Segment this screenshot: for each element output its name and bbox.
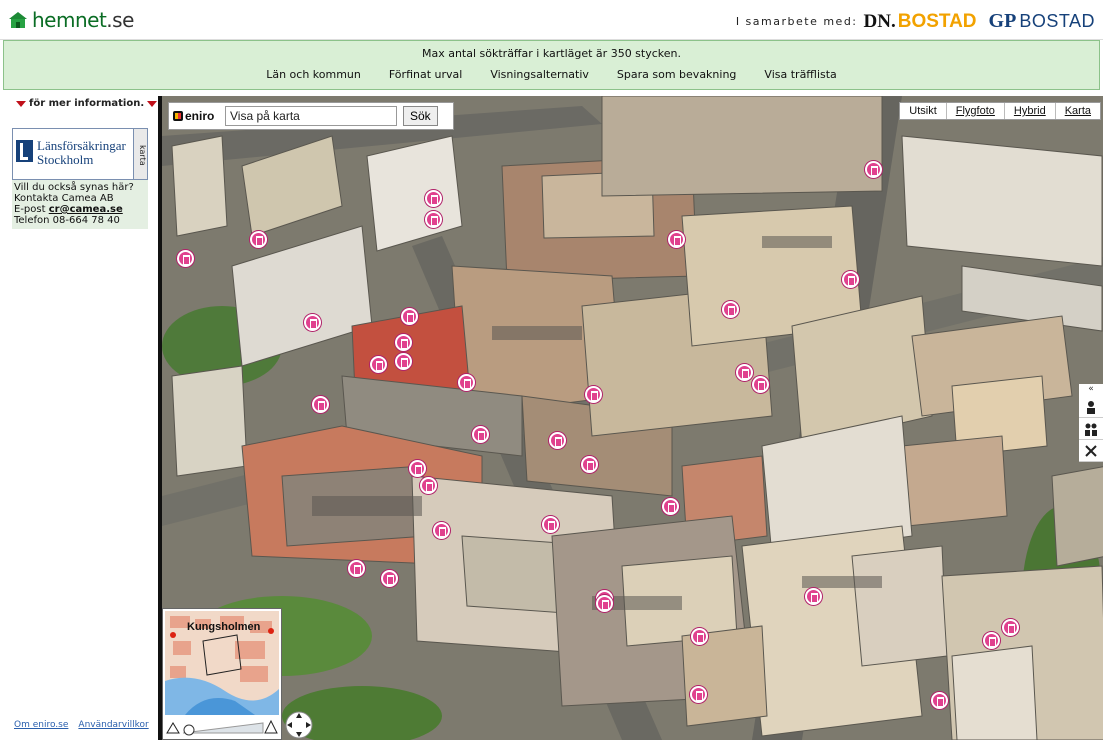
listing-marker-icon[interactable] <box>395 353 412 370</box>
more-info-text: för mer information. <box>29 98 145 109</box>
filter-bar: Max antal sökträffar i kartläget är 350 … <box>3 40 1100 90</box>
minimap-image: Kungsholmen <box>165 611 279 715</box>
person-icon[interactable] <box>1079 396 1103 418</box>
listing-marker-icon[interactable] <box>931 692 948 709</box>
lansforsakringar-logo-icon <box>16 140 33 162</box>
partners: I samarbete med: DN. BOSTAD GP BOSTAD <box>736 10 1095 33</box>
map-side-tools: « <box>1079 384 1103 462</box>
tab-utsikt[interactable]: Utsikt <box>900 103 946 119</box>
about-eniro-link[interactable]: Om eniro.se <box>14 720 68 730</box>
listing-marker-icon[interactable] <box>348 560 365 577</box>
listing-marker-icon[interactable] <box>542 516 559 533</box>
tab-karta[interactable]: Karta <box>1054 103 1100 119</box>
listing-marker-icon[interactable] <box>458 374 475 391</box>
contact-email-link[interactable]: cr@camea.se <box>49 204 123 215</box>
listing-marker-icon[interactable] <box>409 460 426 477</box>
search-button[interactable]: Sök <box>403 106 438 126</box>
pan-control[interactable] <box>284 710 314 740</box>
partners-label: I samarbete med: <box>735 15 858 28</box>
map-view-tabs: Utsikt Flygfoto Hybrid Karta <box>899 102 1101 120</box>
arrow-down-icon <box>147 100 158 107</box>
eniro-logo-icon <box>173 111 183 121</box>
listing-marker-icon[interactable] <box>596 595 613 612</box>
map-search-box: eniro Sök <box>168 102 454 130</box>
zoom-slider[interactable] <box>165 717 279 737</box>
nav-visa-trafflista[interactable]: Visa träfflista <box>750 68 850 81</box>
listing-marker-icon[interactable] <box>1002 619 1019 636</box>
logo-suffix: .se <box>106 8 134 32</box>
listing-marker-icon[interactable] <box>865 161 882 178</box>
listing-marker-icon[interactable] <box>668 231 685 248</box>
listing-marker-icon[interactable] <box>433 522 450 539</box>
dn-bostad-logo[interactable]: BOSTAD <box>898 11 977 33</box>
contact-email-row: E-post cr@camea.se <box>14 204 146 215</box>
listing-marker-icon[interactable] <box>250 231 267 248</box>
overview-minimap[interactable]: Kungsholmen <box>162 608 282 740</box>
eniro-brand: eniro <box>185 109 215 123</box>
listing-marker-icon[interactable] <box>549 432 566 449</box>
minimap-location-label: Kungsholmen <box>187 621 261 633</box>
listing-marker-icon[interactable] <box>472 426 489 443</box>
listing-marker-icon[interactable] <box>581 456 598 473</box>
advertiser-name: Länsförsäkringar Stockholm <box>37 138 126 167</box>
nav-forfinat-urval[interactable]: Förfinat urval <box>375 68 476 81</box>
eniro-logo: eniro <box>173 109 225 123</box>
contact-phone: Telefon 08-664 78 40 <box>14 215 120 226</box>
listing-marker-icon[interactable] <box>312 396 329 413</box>
tab-hybrid[interactable]: Hybrid <box>1003 103 1055 119</box>
listing-marker-icon[interactable] <box>395 334 412 351</box>
gp-bostad-logo[interactable]: BOSTAD <box>1019 11 1095 32</box>
listing-marker-icon[interactable] <box>177 250 194 267</box>
listing-marker-icon[interactable] <box>585 386 602 403</box>
gp-logo[interactable]: GP <box>989 10 1017 33</box>
contact-email-label: E-post <box>14 204 46 215</box>
aerial-map-image <box>162 96 1103 740</box>
collapse-icon[interactable]: « <box>1079 384 1103 396</box>
hemnet-logo[interactable]: hemnet.se <box>8 8 134 32</box>
logo-text: hemnet <box>32 8 107 32</box>
listing-marker-icon[interactable] <box>722 301 739 318</box>
site-header: hemnet.se I samarbete med: DN. BOSTAD GP… <box>0 0 1103 40</box>
contact-line-1: Vill du också synas här? <box>14 182 134 193</box>
advertiser-banner[interactable]: Länsförsäkringar Stockholm karta <box>12 128 148 180</box>
listing-marker-icon[interactable] <box>983 632 1000 649</box>
tab-flygfoto[interactable]: Flygfoto <box>945 103 1004 119</box>
ad-contact-info: Vill du också synas här? Kontakta Camea … <box>12 180 148 229</box>
contact-line-2: Kontakta Camea AB <box>14 193 114 204</box>
filter-nav: Län och kommun Förfinat urval Visningsal… <box>4 68 1099 81</box>
map-search-input[interactable] <box>225 106 397 126</box>
tools-icon[interactable] <box>1079 440 1103 462</box>
dn-logo[interactable]: DN. <box>864 11 896 33</box>
listing-marker-icon[interactable] <box>381 570 398 587</box>
listing-marker-icon[interactable] <box>752 376 769 393</box>
listing-marker-icon[interactable] <box>662 498 679 515</box>
listing-marker-icon[interactable] <box>425 190 442 207</box>
listing-marker-icon[interactable] <box>736 364 753 381</box>
listing-marker-icon[interactable] <box>304 314 321 331</box>
nav-spara-som-bevakning[interactable]: Spara som bevakning <box>603 68 751 81</box>
nav-visningsalternativ[interactable]: Visningsalternativ <box>476 68 603 81</box>
listing-marker-icon[interactable] <box>420 477 437 494</box>
nav-lan-och-kommun[interactable]: Län och kommun <box>252 68 375 81</box>
listing-marker-icon[interactable] <box>401 308 418 325</box>
ad-map-tab[interactable]: karta <box>133 129 147 179</box>
listing-marker-icon[interactable] <box>842 271 859 288</box>
listing-marker-icon[interactable] <box>690 686 707 703</box>
listing-marker-icon[interactable] <box>805 588 822 605</box>
sidebar: för mer information. Länsförsäkringar St… <box>0 92 158 740</box>
hemnet-page: hemnet.se I samarbete med: DN. BOSTAD GP… <box>0 0 1103 740</box>
more-info-label: för mer information. <box>16 98 158 109</box>
footer-links: Om eniro.se Användarvillkor <box>14 720 149 730</box>
result-limit-notice: Max antal sökträffar i kartläget är 350 … <box>421 47 682 60</box>
listing-marker-icon[interactable] <box>370 356 387 373</box>
arrow-down-icon <box>16 100 26 107</box>
terms-link[interactable]: Användarvillkor <box>78 720 148 730</box>
listing-marker-icon[interactable] <box>425 211 442 228</box>
listing-marker-icon[interactable] <box>691 628 708 645</box>
people-icon[interactable] <box>1079 418 1103 440</box>
map-view[interactable]: eniro Sök Utsikt Flygfoto Hybrid Karta « <box>158 96 1103 740</box>
house-logo-icon <box>9 12 27 28</box>
